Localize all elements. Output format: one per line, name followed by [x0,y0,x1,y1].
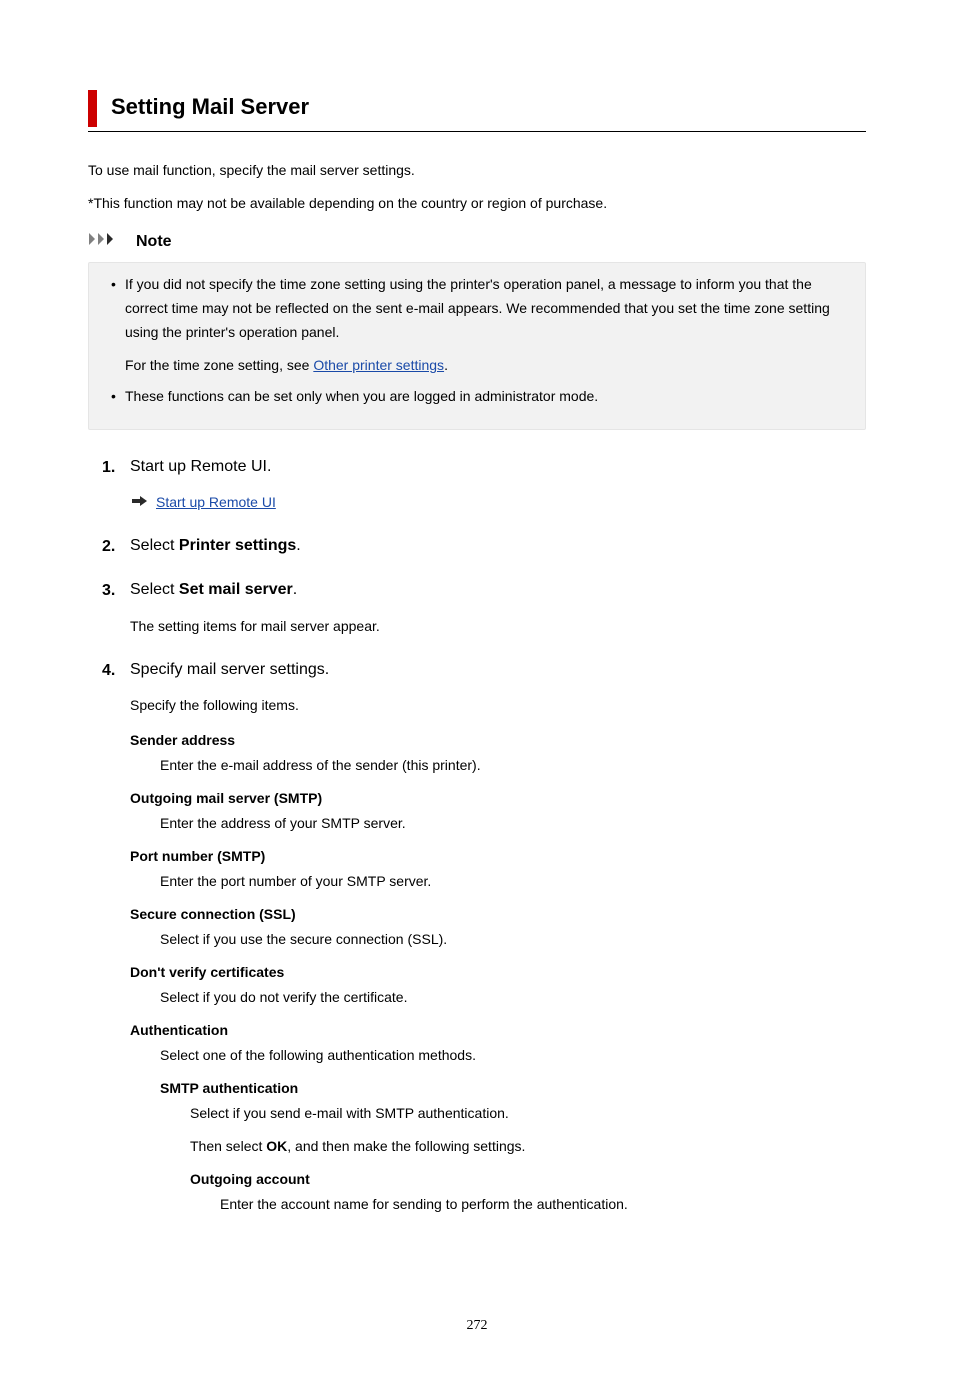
dt-authentication: Authentication [130,1020,866,1041]
step-1-link-row: Start up Remote UI [130,492,866,513]
page-title: Setting Mail Server [111,90,866,127]
step-4-body: Specify the following items. [130,695,866,716]
dt-outgoing-smtp: Outgoing mail server (SMTP) [130,788,866,809]
auth-nested: SMTP authentication Select if you send e… [130,1078,866,1215]
step-1: Start up Remote UI. Start up Remote UI [102,456,866,513]
intro-line-2: *This function may not be available depe… [88,193,866,214]
arrow-right-icon [132,492,148,513]
note-item-1-sub: For the time zone setting, see Other pri… [125,354,851,376]
dd-secure-ssl: Select if you use the secure connection … [130,929,866,950]
other-printer-settings-link[interactable]: Other printer settings [313,357,444,373]
step-1-head: Start up Remote UI. [130,456,866,478]
step-3-prefix: Select [130,581,179,598]
step-3-head: Select Set mail server. [130,579,866,601]
dd-port-number: Enter the port number of your SMTP serve… [130,871,866,892]
dd-smtp-auth-1: Select if you send e-mail with SMTP auth… [160,1103,866,1124]
step-3-body: The setting items for mail server appear… [130,616,866,637]
step-4-head: Specify mail server settings. [130,659,866,681]
note-item-1: If you did not specify the time zone set… [111,273,851,377]
dd-smtp-auth-2a: Then select [190,1138,266,1154]
dt-dont-verify-cert: Don't verify certificates [130,962,866,983]
start-up-remote-ui-link[interactable]: Start up Remote UI [156,492,276,513]
definition-list: Sender address Enter the e-mail address … [130,730,866,1215]
step-3-bold: Set mail server [179,581,293,598]
heading-underline [88,131,866,132]
page-heading-block: Setting Mail Server [88,90,866,127]
page-number: 272 [88,1315,866,1336]
dd-smtp-auth-2: Then select OK, and then make the follow… [160,1136,866,1157]
dd-outgoing-smtp: Enter the address of your SMTP server. [130,813,866,834]
dt-sender-address: Sender address [130,730,866,751]
dt-port-number: Port number (SMTP) [130,846,866,867]
step-2-prefix: Select [130,537,179,554]
note-item-1-sub-prefix: For the time zone setting, see [125,357,313,373]
dt-smtp-auth: SMTP authentication [160,1078,866,1099]
dd-smtp-auth-2b: OK [266,1138,287,1154]
step-3-suffix: . [293,581,297,598]
step-2-bold: Printer settings [179,537,296,554]
note-box: If you did not specify the time zone set… [88,262,866,430]
step-2-head: Select Printer settings. [130,535,866,557]
step-4: Specify mail server settings. Specify th… [102,659,866,1215]
note-item-1-text: If you did not specify the time zone set… [125,276,830,340]
outgoing-account-nested: Outgoing account Enter the account name … [160,1169,866,1215]
note-header: Note [88,230,866,254]
dd-outgoing-account: Enter the account name for sending to pe… [190,1194,866,1215]
dd-dont-verify-cert: Select if you do not verify the certific… [130,987,866,1008]
step-3: Select Set mail server. The setting item… [102,579,866,636]
steps-list: Start up Remote UI. Start up Remote UI S… [88,456,866,1216]
dt-outgoing-account: Outgoing account [190,1169,866,1190]
note-item-1-sub-suffix: . [444,357,448,373]
note-item-2: These functions can be set only when you… [111,385,851,409]
dt-secure-ssl: Secure connection (SSL) [130,904,866,925]
note-chevrons-icon [88,231,128,253]
step-2-suffix: . [296,537,300,554]
note-section: Note If you did not specify the time zon… [88,230,866,430]
dd-sender-address: Enter the e-mail address of the sender (… [130,755,866,776]
dd-smtp-auth-2c: , and then make the following settings. [287,1138,525,1154]
step-2: Select Printer settings. [102,535,866,557]
intro-line-1: To use mail function, specify the mail s… [88,160,866,181]
dd-authentication: Select one of the following authenticati… [130,1045,866,1066]
note-label: Note [136,230,172,254]
